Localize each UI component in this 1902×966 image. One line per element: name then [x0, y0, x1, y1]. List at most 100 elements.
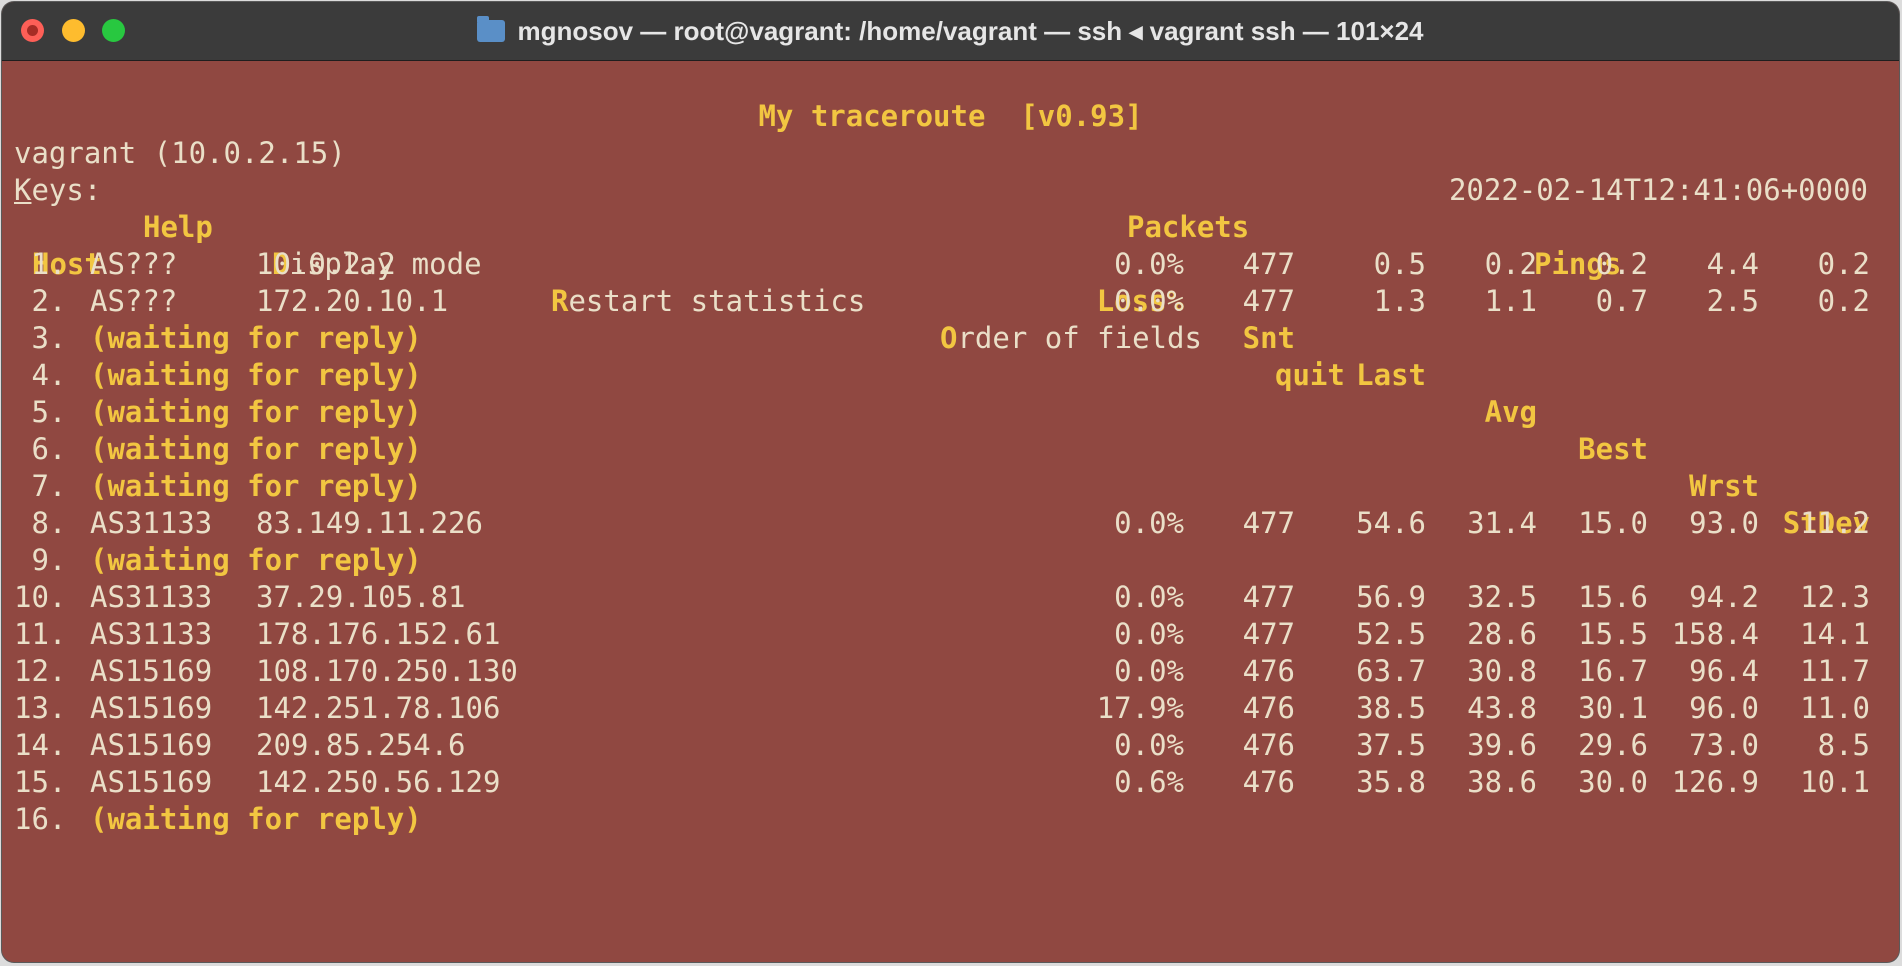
hop-avg: 43.8	[1467, 691, 1537, 725]
title-bar: mgnosov — root@vagrant: /home/vagrant — …	[2, 2, 1899, 61]
hop-row: 7. (waiting for reply)	[2, 468, 1899, 505]
hop-snt: 476	[1242, 654, 1295, 688]
waiting-for-reply: (waiting for reply)	[90, 432, 422, 466]
hop-row: 9. (waiting for reply)	[2, 542, 1899, 579]
hop-avg: 32.5	[1467, 580, 1537, 614]
hop-best: 30.1	[1578, 691, 1648, 725]
hop-loss: 0.0%	[1114, 247, 1184, 281]
hop-loss: 17.9%	[1096, 691, 1184, 725]
hop-avg: 1.1	[1484, 284, 1537, 318]
hop-wrst: 94.2	[1689, 580, 1759, 614]
hop-avg: 38.6	[1467, 765, 1537, 799]
hop-wrst: 73.0	[1689, 728, 1759, 762]
hop-row: 10. AS31133 37.29.105.81 0.0% 477 56.9 32.5 15.…	[2, 579, 1899, 616]
hop-snt: 476	[1242, 691, 1295, 725]
hop-last: 37.5	[1356, 728, 1426, 762]
hop-number: 4.	[14, 358, 67, 392]
hop-best: 15.5	[1578, 617, 1648, 651]
hop-loss: 0.0%	[1114, 654, 1184, 688]
hop-row: 4. (waiting for reply)	[2, 357, 1899, 394]
folder-icon	[477, 16, 506, 42]
hop-row: 15. AS15169 142.250.56.129 0.6% 476 35.8 38.6 3…	[2, 764, 1899, 801]
hop-last: 1.3	[1373, 284, 1426, 318]
hop-snt: 476	[1242, 765, 1295, 799]
hop-row: 12. AS15169 108.170.250.130 0.0% 476 63.7 30.8…	[2, 653, 1899, 690]
group-header-line: Packets Pings	[2, 172, 1899, 281]
hop-stdev: 14.1	[1800, 617, 1870, 651]
hop-as: AS15169	[90, 765, 213, 799]
hop-number: 10.	[14, 580, 67, 614]
hop-wrst: 96.4	[1689, 654, 1759, 688]
hop-as: AS15169	[90, 728, 213, 762]
hop-row: 6. (waiting for reply)	[2, 431, 1899, 468]
hop-as: AS31133	[90, 506, 213, 540]
hop-wrst: 4.4	[1706, 247, 1759, 281]
hop-wrst: 126.9	[1671, 765, 1759, 799]
hop-avg: 28.6	[1467, 617, 1537, 651]
hop-row: 14. AS15169 209.85.254.6 0.0% 476 37.5 39.6 29.…	[2, 727, 1899, 764]
hop-loss: 0.0%	[1114, 580, 1184, 614]
hop-number: 2.	[14, 284, 67, 318]
hop-last: 54.6	[1356, 506, 1426, 540]
mtr-info-line: vagrant (10.0.2.15) 2022-02-14T12:41:06+…	[2, 98, 1899, 207]
terminal-window: mgnosov — root@vagrant: /home/vagrant — …	[2, 2, 1899, 962]
hop-number: 14.	[14, 728, 67, 762]
hop-ip: 37.29.105.81	[256, 580, 466, 614]
hop-stdev: 12.3	[1800, 580, 1870, 614]
hop-wrst: 96.0	[1689, 691, 1759, 725]
hop-row: 2. AS??? 172.20.10.1 0.0% 477 1.3 1.1 0.7 2.5 0.2	[2, 283, 1899, 320]
hop-row: 3. (waiting for reply)	[2, 320, 1899, 357]
waiting-for-reply: (waiting for reply)	[90, 321, 422, 355]
hop-best: 0.2	[1595, 247, 1648, 281]
hop-ip: 209.85.254.6	[256, 728, 466, 762]
hop-stdev: 11.0	[1800, 691, 1870, 725]
hop-stdev: 0.2	[1817, 284, 1870, 318]
hop-row: 8. AS31133 83.149.11.226 0.0% 477 54.6 31.4 15.…	[2, 505, 1899, 542]
hop-number: 7.	[14, 469, 67, 503]
hop-ip: 142.250.56.129	[256, 765, 501, 799]
waiting-for-reply: (waiting for reply)	[90, 395, 422, 429]
hop-wrst: 93.0	[1689, 506, 1759, 540]
hop-as: AS15169	[90, 691, 213, 725]
waiting-for-reply: (waiting for reply)	[90, 358, 422, 392]
hop-as: AS31133	[90, 580, 213, 614]
hop-best: 0.7	[1595, 284, 1648, 318]
hop-best: 15.0	[1578, 506, 1648, 540]
waiting-for-reply: (waiting for reply)	[90, 802, 422, 836]
hop-number: 8.	[14, 506, 67, 540]
waiting-for-reply: (waiting for reply)	[90, 469, 422, 503]
hop-stdev: 11.7	[1800, 654, 1870, 688]
hop-number: 16.	[14, 802, 67, 836]
hop-best: 30.0	[1578, 765, 1648, 799]
hop-loss: 0.0%	[1114, 284, 1184, 318]
hop-ip: 172.20.10.1	[256, 284, 449, 318]
hop-best: 29.6	[1578, 728, 1648, 762]
hop-as: AS15169	[90, 654, 213, 688]
hop-number: 15.	[14, 765, 67, 799]
column-header-line: Host Loss% Snt Last Avg Best Wrst StDev	[2, 209, 1899, 540]
hop-snt: 477	[1242, 506, 1295, 540]
hop-last: 38.5	[1356, 691, 1426, 725]
hop-best: 16.7	[1578, 654, 1648, 688]
window-title-text: mgnosov — root@vagrant: /home/vagrant — …	[517, 15, 1424, 46]
hop-number: 12.	[14, 654, 67, 688]
hop-ip: 83.149.11.226	[256, 506, 483, 540]
hop-as: AS???	[90, 247, 178, 281]
hop-ip: 142.251.78.106	[256, 691, 501, 725]
hop-last: 56.9	[1356, 580, 1426, 614]
hop-number: 5.	[14, 395, 67, 429]
hop-as: AS???	[90, 284, 178, 318]
hop-ip: 108.170.250.130	[256, 654, 518, 688]
hop-snt: 476	[1242, 728, 1295, 762]
hop-row: 1. AS??? 10.0.2.2 0.0% 477 0.5 0.2 0.2 4.4 0.2	[2, 246, 1899, 283]
hop-snt: 477	[1242, 617, 1295, 651]
hop-avg: 30.8	[1467, 654, 1537, 688]
hop-avg: 31.4	[1467, 506, 1537, 540]
hop-loss: 0.0%	[1114, 506, 1184, 540]
terminal-content[interactable]: My traceroute [v0.93] vagrant (10.0.2.15…	[2, 61, 1899, 962]
hop-stdev: 8.5	[1817, 728, 1870, 762]
hop-avg: 39.6	[1467, 728, 1537, 762]
hop-number: 3.	[14, 321, 67, 355]
hop-wrst: 2.5	[1706, 284, 1759, 318]
hop-loss: 0.6%	[1114, 765, 1184, 799]
